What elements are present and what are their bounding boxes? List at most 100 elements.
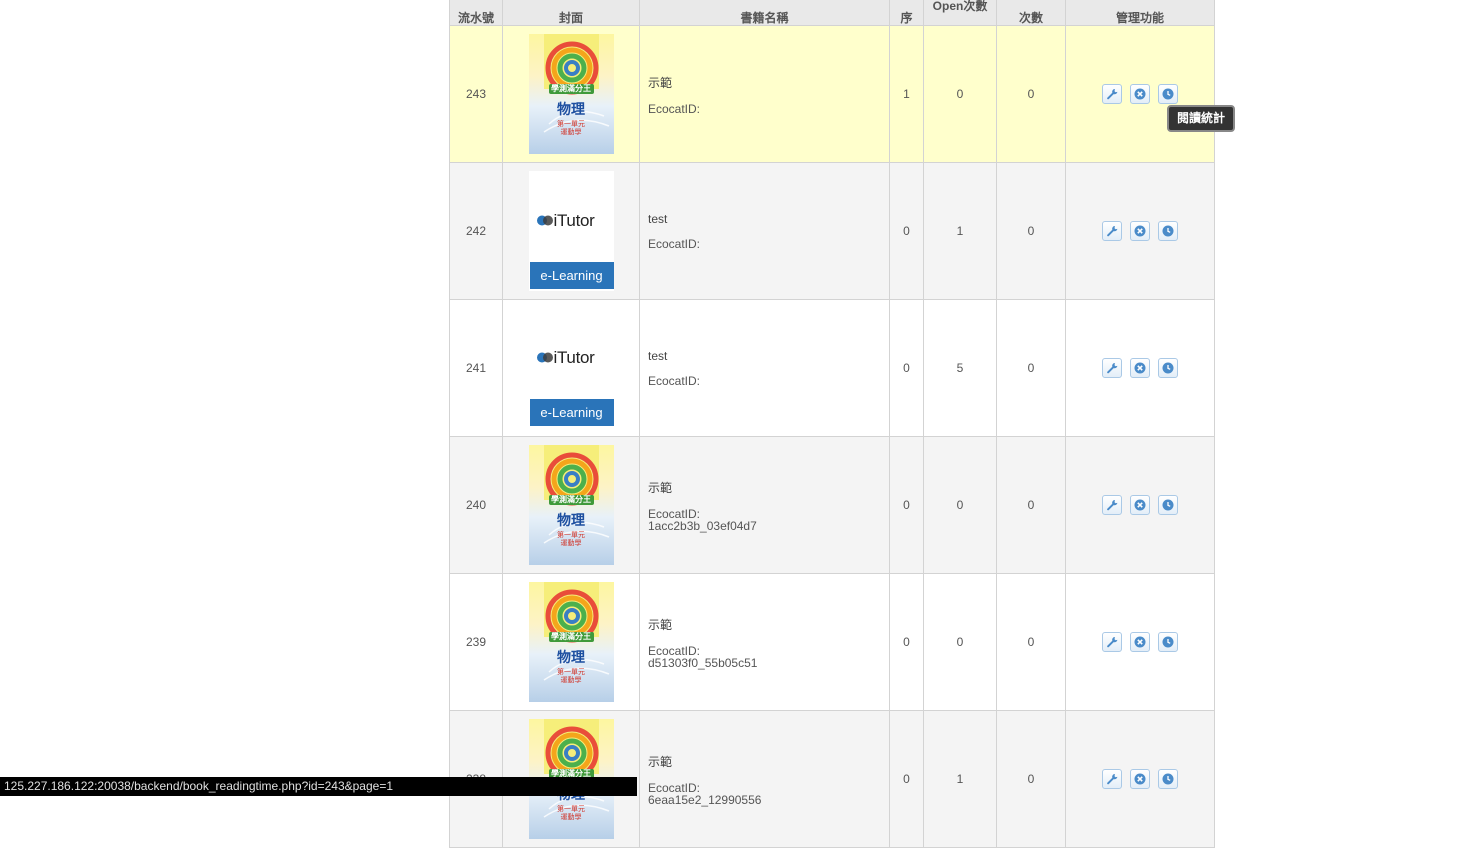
delete-button[interactable] (1130, 221, 1150, 241)
cell-download-count: 0 (996, 710, 1066, 848)
ecocat-label: EcocatID: (648, 643, 701, 658)
ecocat-id: d51303f0_55b05c51 (648, 655, 758, 670)
cell-serial: 242 (449, 162, 503, 300)
reading-stats-button[interactable] (1158, 769, 1178, 789)
table-row: 243 學測滿分王 物理 第一單元 運動學 示範 EcocatID: 1 0 0 (449, 25, 1215, 163)
cover-topic-text: 運動學 (560, 540, 582, 547)
cell-order: 1 (889, 25, 924, 163)
delete-button[interactable] (1130, 632, 1150, 652)
delete-button[interactable] (1130, 84, 1150, 104)
ecocat-label: EcocatID: (648, 237, 701, 251)
cell-manage (1065, 299, 1215, 437)
edit-button[interactable] (1102, 84, 1122, 104)
cell-cover: iTutor e-Learning (502, 162, 640, 300)
cell-cover: 學測滿分王物理第一單元運動學 (502, 436, 640, 574)
cover-topic-text: 運動學 (560, 129, 582, 136)
cell-manage (1065, 573, 1215, 711)
header-order[interactable]: 序 (889, 0, 924, 26)
cell-serial: 239 (449, 573, 503, 711)
cell-order: 0 (889, 162, 924, 300)
cell-order: 0 (889, 436, 924, 574)
itutor-band: e-Learning (529, 262, 614, 289)
cell-download-count: 0 (996, 162, 1066, 300)
cell-cover: 學測滿分王物理第一單元運動學 (502, 573, 640, 711)
book-cover-physics[interactable]: 學測滿分王物理第一單元運動學 (528, 582, 614, 702)
cell-manage (1065, 25, 1215, 163)
header-download-count[interactable]: 次數 (996, 0, 1066, 26)
cell-open-count: 1 (923, 710, 997, 848)
cover-subject-text: 物理 (557, 649, 585, 665)
header-book-name[interactable]: 書籍名稱 (639, 0, 890, 26)
book-cover-itutor[interactable]: iTutor e-Learning (528, 308, 614, 428)
ecocat-label: EcocatID: (648, 374, 701, 388)
cell-serial: 240 (449, 436, 503, 574)
book-cover-physics[interactable]: 學測滿分王物理第一單元運動學 (528, 34, 614, 154)
delete-button[interactable] (1130, 495, 1150, 515)
itutor-logo: iTutor (536, 348, 595, 368)
cell-open-count: 0 (923, 25, 997, 163)
cell-order: 0 (889, 710, 924, 848)
cell-download-count: 0 (996, 25, 1066, 163)
reading-stats-button[interactable] (1158, 358, 1178, 378)
books-table-wrapper: 流水號 封面 書籍名稱 序 Open次數 次數 管理功能 243 學測滿分王 物理第… (449, 0, 1215, 848)
book-title: test (648, 212, 668, 226)
cell-book-name: test EcocatID: (639, 299, 890, 437)
itutor-logo: iTutor (536, 211, 595, 231)
cover-series-text: 學測滿分王 (551, 632, 591, 641)
cell-open-count: 5 (923, 299, 997, 437)
books-table: 流水號 封面 書籍名稱 序 Open次數 次數 管理功能 243 學測滿分王 物理第… (449, 0, 1215, 848)
ecocat-label: EcocatID: (648, 506, 701, 521)
ecocat-label: EcocatID: (648, 780, 701, 795)
edit-button[interactable] (1102, 632, 1122, 652)
cover-topic-text: 運動學 (560, 677, 582, 684)
table-row: 240 學測滿分王 物理 第一單元 運動學 示範 EcocatID: 1acc2b3b_03e… (449, 436, 1215, 574)
cell-book-name: 示範 EcocatID: 6eaa15e2_12990556 (639, 710, 890, 848)
table-header-row: 流水號 封面 書籍名稱 序 Open次數 次數 管理功能 (449, 0, 1215, 26)
status-bar-url: 125.227.186.122:20038/backend/book_readi… (0, 777, 637, 796)
table-row: 239 學測滿分王 物理 第一單元 運動學 示範 EcocatID: d51303f0_55b… (449, 573, 1215, 711)
header-manage: 管理功能 (1065, 0, 1215, 26)
reading-stats-button[interactable] (1158, 632, 1178, 652)
cell-book-name: test EcocatID: (639, 162, 890, 300)
cover-subject-text: 物理 (557, 101, 585, 117)
book-title: 示範 (648, 480, 673, 495)
book-title: 示範 (648, 617, 673, 632)
cell-book-name: 示範 EcocatID: (639, 25, 890, 163)
reading-stats-button[interactable] (1158, 84, 1178, 104)
cell-cover: iTutor e-Learning (502, 299, 640, 437)
book-title: 示範 (648, 754, 673, 769)
cell-serial: 241 (449, 299, 503, 437)
delete-button[interactable] (1130, 769, 1150, 789)
table-row: 242 iTutor e-Learning test EcocatID: 0 1 0 (449, 162, 1215, 300)
cell-book-name: 示範 EcocatID: 1acc2b3b_03ef04d7 (639, 436, 890, 574)
edit-button[interactable] (1102, 495, 1122, 515)
header-cover: 封面 (502, 0, 640, 26)
cell-cover: 學測滿分王物理第一單元運動學 (502, 25, 640, 163)
cell-book-name: 示範 EcocatID: d51303f0_55b05c51 (639, 573, 890, 711)
ecocat-id: 6eaa15e2_12990556 (648, 792, 762, 807)
cell-download-count: 0 (996, 299, 1066, 437)
edit-button[interactable] (1102, 358, 1122, 378)
edit-button[interactable] (1102, 769, 1122, 789)
reading-stats-button[interactable] (1158, 221, 1178, 241)
reading-stats-button[interactable] (1158, 495, 1178, 515)
edit-button[interactable] (1102, 221, 1122, 241)
cell-order: 0 (889, 573, 924, 711)
cover-topic-text: 運動學 (560, 814, 582, 821)
cover-subject-text: 物理 (557, 512, 585, 528)
cell-manage (1065, 710, 1215, 848)
header-serial[interactable]: 流水號 (449, 0, 503, 26)
cell-download-count: 0 (996, 436, 1066, 574)
header-open-count[interactable]: Open次數 (923, 0, 997, 26)
delete-button[interactable] (1130, 358, 1150, 378)
cell-serial: 243 (449, 25, 503, 163)
stats-tooltip: 閱讀統計 (1167, 105, 1235, 132)
cell-open-count: 1 (923, 162, 997, 300)
itutor-band: e-Learning (529, 399, 614, 426)
cell-download-count: 0 (996, 573, 1066, 711)
cell-open-count: 0 (923, 573, 997, 711)
cell-order: 0 (889, 299, 924, 437)
book-cover-physics[interactable]: 學測滿分王物理第一單元運動學 (528, 445, 614, 565)
book-cover-itutor[interactable]: iTutor e-Learning (528, 171, 614, 291)
table-row: 241 iTutor e-Learning test EcocatID: 0 5 0 (449, 299, 1215, 437)
